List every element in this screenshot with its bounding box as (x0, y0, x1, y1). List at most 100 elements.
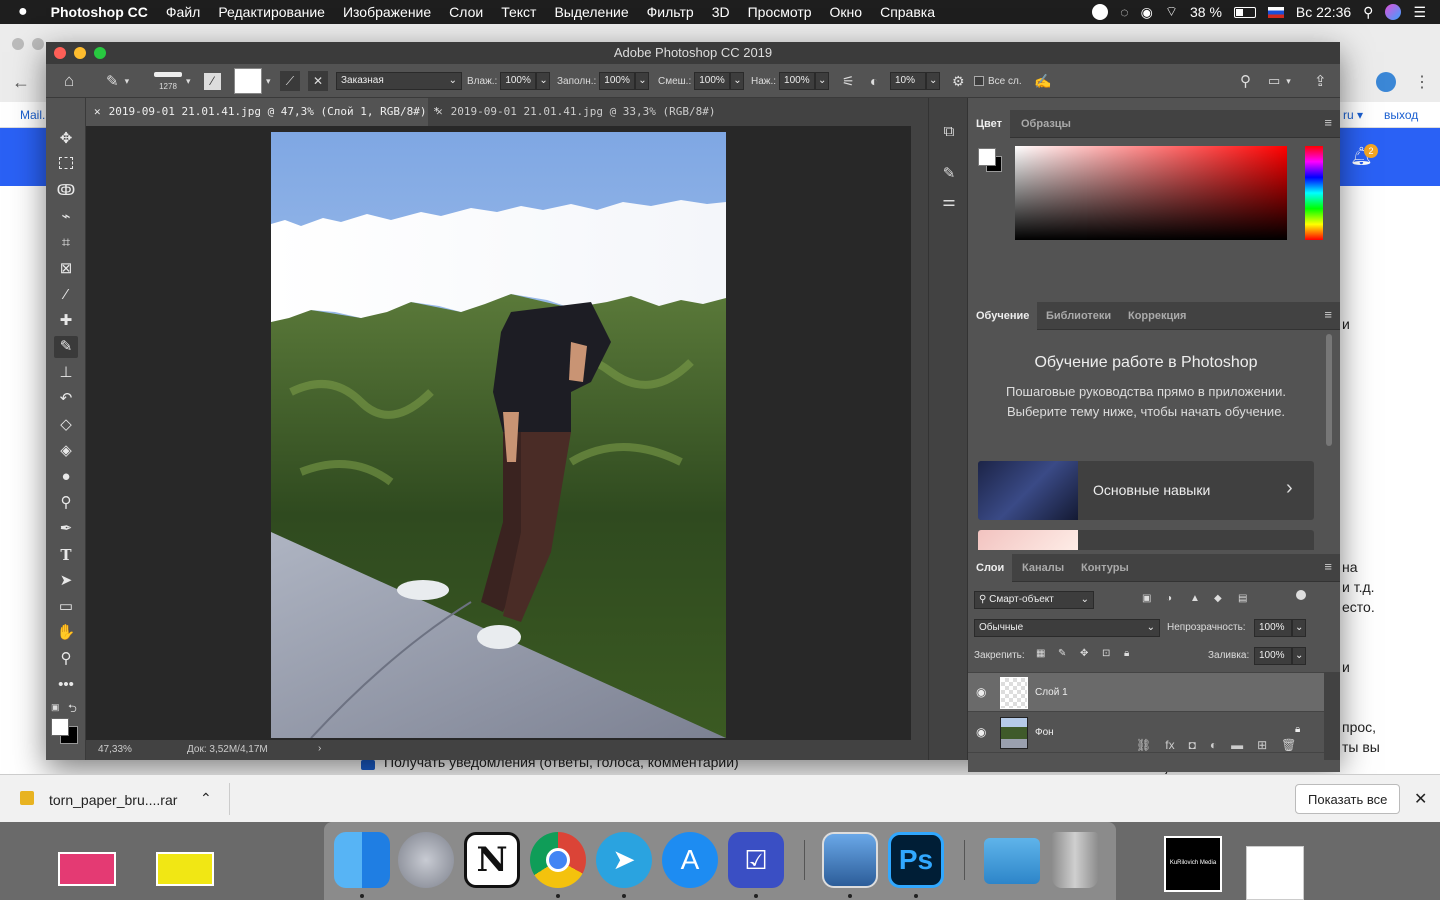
menu-3d[interactable]: 3D (703, 4, 739, 20)
launchpad-icon[interactable] (398, 832, 454, 888)
apple-icon[interactable]: ● (0, 3, 42, 21)
trash-icon[interactable] (1052, 832, 1098, 888)
show-all-button[interactable]: Показать все (1295, 784, 1401, 814)
mix-dropdown-icon[interactable]: ⌄ (730, 72, 745, 90)
marquee-tool-icon[interactable] (54, 154, 78, 176)
fill-dropdown-icon[interactable]: ⌄ (1292, 647, 1306, 665)
chevron-up-icon[interactable]: ⌃ (200, 790, 212, 807)
mail-link[interactable]: Mail. (20, 108, 45, 122)
close-tab-icon[interactable]: ✕ (436, 105, 443, 118)
foreground-color-swatch[interactable] (51, 718, 69, 736)
battery-percent[interactable]: 38 % (1190, 4, 1222, 20)
photoshop-icon[interactable]: Ps (888, 832, 944, 888)
pen-tool-icon[interactable]: ✒ (54, 518, 78, 540)
layer-filter-select[interactable]: ⚲ Смарт-объект ⌄ (974, 591, 1094, 609)
download-filename[interactable]: torn_paper_bru....rar (49, 792, 177, 808)
menu-file[interactable]: Файл (157, 4, 209, 20)
frame-tool-icon[interactable]: ⊠ (54, 258, 78, 280)
load-field[interactable]: 100% (599, 72, 636, 90)
app-store-icon[interactable]: A (662, 832, 718, 888)
sample-all-layers[interactable]: Все сл. (974, 64, 1022, 98)
close-icon[interactable]: ✕ (1414, 789, 1427, 809)
visibility-eye-icon[interactable]: ◉ (976, 725, 986, 739)
layers-scrollbar[interactable] (1324, 672, 1340, 760)
files-folder-icon[interactable] (984, 838, 1040, 884)
wet-dropdown-icon[interactable]: ⌄ (536, 72, 551, 90)
filter-pixel-icon[interactable]: ▣ (1142, 593, 1151, 604)
new-group-icon[interactable]: ▬ (1231, 738, 1243, 752)
zoom-window-button[interactable] (94, 47, 106, 59)
menu-app-name[interactable]: Photoshop CC (42, 4, 157, 20)
tab-document[interactable]: ✕ 2019-09-01 21.01.41.jpg @ 33,3% (RGB/8#… (428, 98, 724, 126)
panel-menu-icon[interactable]: ≡ (1324, 554, 1332, 580)
airbrush-icon[interactable]: ⚟ (842, 64, 855, 98)
tab-adjustments[interactable]: Коррекция (1120, 302, 1194, 330)
canvas-area[interactable] (86, 126, 911, 740)
siri-icon[interactable] (1385, 4, 1402, 20)
learn-card[interactable]: Основные навыки › (978, 461, 1314, 520)
chrome-icon[interactable] (530, 832, 586, 888)
swap-colors-icon[interactable]: ⮌ (68, 700, 77, 719)
filter-adjust-icon[interactable]: ◑ (1166, 593, 1172, 604)
desktop-file-icon[interactable] (156, 852, 214, 886)
menu-window[interactable]: Окно (821, 4, 872, 20)
spotlight-icon[interactable]: ⚲ (1363, 4, 1373, 21)
zoom-tool-icon[interactable]: ⚲ (54, 648, 78, 670)
browser-menu-icon[interactable]: ⋮ (1414, 72, 1430, 92)
layer-style-icon[interactable]: fx (1165, 738, 1174, 752)
paint-bucket-tool-icon[interactable]: ◈ (54, 440, 78, 462)
default-colors-icon[interactable]: ▣ (51, 702, 60, 713)
lock-all-icon[interactable]: 🔒︎ (1124, 648, 1129, 659)
more-tools-icon[interactable]: ••• (54, 674, 78, 696)
crop-tool-icon[interactable]: ⌗ (54, 232, 78, 254)
notion-icon[interactable]: N (464, 832, 520, 888)
wifi-icon[interactable]: ⌔ (1165, 3, 1178, 21)
blur-tool-icon[interactable]: ● (54, 466, 78, 488)
close-tab-icon[interactable]: ✕ (94, 105, 101, 118)
creative-cloud-icon[interactable]: ◌ (1120, 4, 1128, 20)
filter-smart-icon[interactable]: ▤ (1238, 593, 1247, 604)
type-tool-icon[interactable]: T (54, 544, 78, 566)
menu-image[interactable]: Изображение (334, 4, 440, 20)
panel-fg-swatch[interactable] (978, 148, 996, 166)
notify-checkbox[interactable] (361, 760, 375, 770)
minimize-window-button[interactable] (74, 47, 86, 59)
visibility-eye-icon[interactable]: ◉ (976, 685, 986, 699)
tab-paths[interactable]: Контуры (1073, 554, 1137, 582)
logout-link[interactable]: выход (1384, 108, 1418, 122)
brush-dropdown-icon[interactable]: ▾ (186, 64, 191, 98)
lock-position-icon[interactable]: ✥ (1080, 648, 1088, 659)
brush-settings-icon[interactable]: ⁄ (204, 64, 221, 98)
add-mask-icon[interactable]: ◘ (1189, 738, 1196, 752)
tab-color[interactable]: Цвет (968, 110, 1011, 138)
hand-tool-icon[interactable]: ✋ (54, 622, 78, 644)
filter-type-icon[interactable]: ▲ (1190, 593, 1200, 604)
smoothing-field[interactable]: 10% (890, 72, 926, 90)
home-icon[interactable]: ⌂ (64, 64, 74, 98)
hue-slider[interactable] (1305, 146, 1323, 240)
smoothing-icon[interactable]: ◐ (870, 64, 878, 98)
brush-tool-icon[interactable]: ✎ (54, 336, 78, 358)
tab-learn[interactable]: Обучение (968, 302, 1038, 330)
lock-transparency-icon[interactable]: ▦ (1036, 648, 1045, 659)
color-field[interactable] (1015, 146, 1287, 240)
eraser-tool-icon[interactable]: ◇ (54, 414, 78, 436)
history-brush-tool-icon[interactable]: ↶ (54, 388, 78, 410)
menu-layers[interactable]: Слои (440, 4, 492, 20)
load-dropdown-icon[interactable]: ⌄ (635, 72, 650, 90)
layer-name[interactable]: Слой 1 (1035, 687, 1068, 698)
menu-filter[interactable]: Фильтр (638, 4, 703, 20)
stamp-tool-icon[interactable]: ⊥ (54, 362, 78, 384)
account-link[interactable]: ru ▾ (1343, 108, 1363, 122)
clock[interactable]: Вс 22:36 (1296, 4, 1351, 20)
zoom-level[interactable]: 47,33% (98, 744, 132, 755)
pressure-icon[interactable]: ✍ (1034, 64, 1051, 98)
tab-document-active[interactable]: ✕ 2019-09-01 21.01.41.jpg @ 47,3% (Слой 1… (86, 98, 440, 126)
cc-sync-icon[interactable]: ◉ (1141, 4, 1153, 21)
lock-pixels-icon[interactable]: ✎ (1058, 648, 1066, 659)
panel-menu-icon[interactable]: ≡ (1324, 302, 1332, 328)
document-image[interactable] (271, 132, 726, 738)
opacity-dropdown-icon[interactable]: ⌄ (1292, 619, 1306, 637)
current-color-swatch[interactable]: ▾ (234, 64, 271, 98)
lock-artboard-icon[interactable]: ⊡ (1102, 648, 1110, 659)
